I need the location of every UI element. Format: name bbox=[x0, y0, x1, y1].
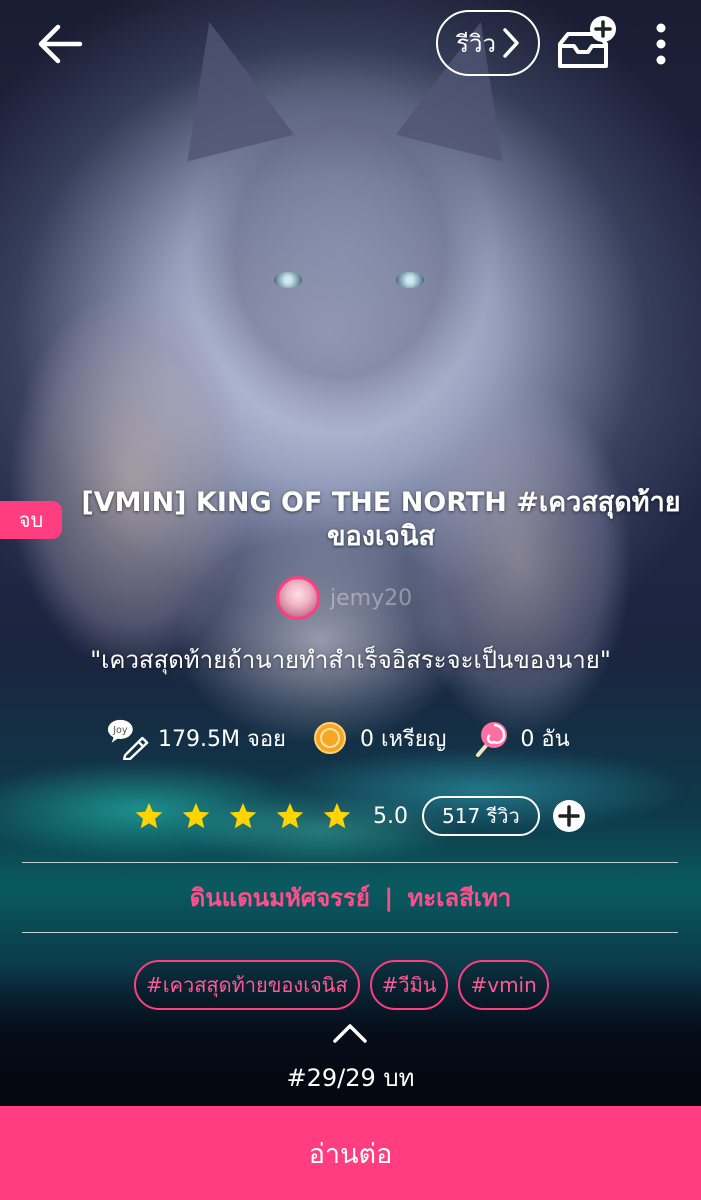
continue-reading-label: อ่านต่อ bbox=[308, 1138, 393, 1170]
author-row[interactable]: jemy20 bbox=[276, 576, 412, 620]
divider-bottom bbox=[22, 932, 678, 933]
star-icon bbox=[229, 802, 257, 829]
chapter-count: #29/29 บท bbox=[286, 1064, 415, 1092]
add-review-icon[interactable] bbox=[552, 799, 586, 833]
stat-joy-value: 179.5M จอย bbox=[158, 726, 286, 752]
top-bar: รีวิว bbox=[0, 0, 701, 90]
library-add-icon bbox=[558, 16, 616, 68]
svg-text:Joy: Joy bbox=[112, 725, 128, 736]
joy-pen-icon: Joy bbox=[106, 716, 150, 760]
novel-title: [VMIN] KING OF THE NORTH #เควสสุดท้ายของ… bbox=[81, 487, 681, 552]
star-icon bbox=[323, 802, 351, 829]
more-vertical-icon bbox=[656, 23, 666, 65]
tag-chip[interactable]: #เควสสุดท้ายของเจนิส bbox=[134, 960, 360, 1010]
author-name[interactable]: jemy20 bbox=[330, 586, 412, 611]
stats-row: Joy 179.5M จอย 0 เหรียญ 0 อัน bbox=[106, 714, 592, 762]
review-count-button[interactable]: 517 รีวิว bbox=[422, 796, 540, 836]
lollipop-icon bbox=[468, 716, 512, 760]
novel-tagline: "เควสสุดท้ายถ้านายทำสำเร็จอิสระจะเป็นของ… bbox=[90, 646, 611, 674]
stat-coins-value: 0 เหรียญ bbox=[359, 726, 447, 752]
category-primary[interactable]: ดินแดนมหัศจรรย์ bbox=[190, 884, 370, 912]
continue-reading-button[interactable]: อ่านต่อ bbox=[0, 1106, 701, 1200]
stat-joy: Joy 179.5M จอย bbox=[106, 716, 286, 760]
star-icon bbox=[182, 802, 210, 829]
more-options-button[interactable] bbox=[646, 22, 676, 66]
stat-candy-value: 0 อัน bbox=[520, 726, 570, 752]
tag-chip[interactable]: #vmin bbox=[458, 960, 549, 1010]
category-row: ดินแดนมหัศจรรย์ | ทะเลสีเทา bbox=[0, 878, 701, 917]
chevron-up-icon[interactable] bbox=[332, 1022, 368, 1044]
divider-top bbox=[22, 862, 678, 863]
tag-chip[interactable]: #วีมิน bbox=[369, 960, 449, 1010]
arrow-left-icon bbox=[38, 24, 83, 64]
star-icon bbox=[135, 802, 163, 829]
rating-value: 5.0 bbox=[373, 803, 408, 829]
category-separator: | bbox=[384, 884, 394, 912]
back-button[interactable] bbox=[36, 22, 84, 66]
add-to-library-button[interactable] bbox=[556, 14, 622, 72]
category-secondary[interactable]: ทะเลสีเทา bbox=[407, 884, 511, 912]
review-button[interactable]: รีวิว bbox=[436, 10, 540, 76]
stat-coins: 0 เหรียญ bbox=[308, 716, 446, 760]
wolf-eye-right bbox=[396, 272, 424, 288]
tags-row: #เควสสุดท้ายของเจนิส #วีมิน #vmin bbox=[134, 960, 549, 1010]
star-icon bbox=[276, 802, 304, 829]
rating-row: 5.0 517 รีวิว bbox=[134, 794, 586, 838]
author-avatar[interactable] bbox=[276, 576, 320, 620]
review-button-label: รีวิว bbox=[456, 29, 496, 58]
coin-icon bbox=[308, 716, 352, 760]
chevron-right-icon bbox=[503, 28, 519, 58]
stat-candy: 0 อัน bbox=[468, 716, 570, 760]
status-badge: จบ bbox=[0, 501, 62, 539]
